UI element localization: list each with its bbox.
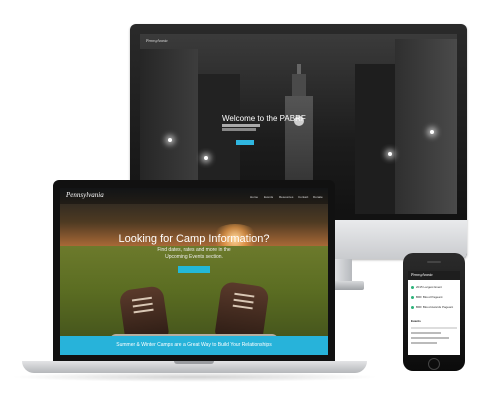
nav-item-events[interactable]: Events (264, 195, 273, 199)
phone-logo: Pennsylvania (411, 272, 433, 277)
laptop-notch (174, 361, 214, 364)
imac-logo: Pennsylvania (146, 38, 168, 43)
street-light (388, 152, 392, 156)
nav-item-donate[interactable]: Donate (313, 195, 323, 199)
imac-cta-button[interactable] (236, 140, 254, 145)
phone-list-item[interactable]: BRF Blood Awards Pageant (411, 305, 453, 310)
nav-item-home[interactable]: Home (250, 195, 258, 199)
street-light (430, 130, 434, 134)
device-shadow (10, 372, 380, 382)
phone-screen: Pennsylvania 2015 Largest Event BRF Bloo… (408, 271, 460, 355)
nav-item-resources[interactable]: Resources (279, 195, 293, 199)
imac-welcome-heading: Welcome to the PABRF (222, 114, 306, 123)
laptop-logo[interactable]: Pennsylvania (66, 191, 104, 199)
building (395, 39, 457, 214)
hero-cta-button[interactable] (178, 266, 210, 273)
laptop-screen: Pennsylvania Home Events Resources Conta… (60, 188, 328, 355)
text-line (411, 342, 437, 344)
building (355, 64, 395, 214)
text-line (411, 332, 441, 334)
hero-subtext: Upcoming Events section. (165, 254, 223, 260)
dot-icon (411, 295, 414, 299)
divider (411, 327, 457, 329)
text-line (411, 337, 449, 339)
nav-item-contact[interactable]: Contact (298, 195, 308, 199)
street-light (168, 138, 172, 142)
phone-list-item[interactable]: BRF Blood Pageant (411, 295, 443, 300)
dot-icon (411, 285, 414, 289)
street-light (204, 156, 208, 160)
camp-banner: Summer & Winter Camps are a Great Way to… (60, 336, 328, 355)
tower-top (292, 74, 306, 96)
hero-headline: Looking for Camp Information? (118, 233, 270, 245)
dot-icon (411, 305, 414, 309)
imac-text-line (222, 128, 256, 131)
hero-subtext: Find dates, rates and more in the (157, 247, 231, 253)
phone-list-item[interactable]: 2015 Largest Event (411, 285, 442, 290)
imac-text-line (222, 124, 260, 127)
phone-home-button[interactable] (428, 358, 440, 370)
tower-spire (297, 64, 301, 74)
phone-section-label: Events (411, 319, 421, 323)
phone-speaker (427, 261, 441, 263)
